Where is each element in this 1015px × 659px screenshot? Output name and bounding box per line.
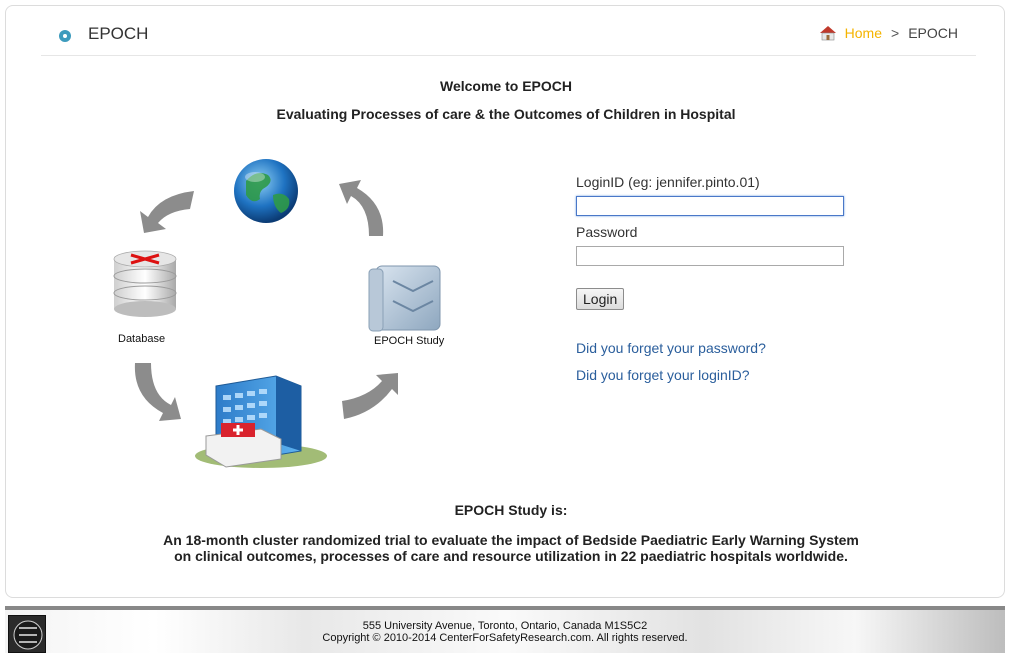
- footer-address: 555 University Avenue, Toronto, Ontario,…: [362, 620, 648, 632]
- study-description-line2: on clinical outcomes, processes of care …: [174, 548, 848, 564]
- welcome-subtitle: Evaluating Processes of care & the Outco…: [276, 106, 736, 122]
- epoch-cycle-diagram: Database EPOCH Study: [101, 151, 461, 481]
- study-label: EPOCH Study: [374, 335, 445, 347]
- study-heading: EPOCH Study is:: [454, 502, 568, 518]
- page-header: EPOCH Home > EPOCH: [41, 14, 976, 56]
- login-button[interactable]: Login: [576, 288, 625, 310]
- database-label: Database: [118, 333, 166, 345]
- footer-copyright: Copyright © 2010-2014 CenterForSafetyRes…: [322, 632, 688, 644]
- forgot-password-link[interactable]: Did you forget your password?: [576, 340, 856, 356]
- footer-text: 555 University Avenue, Toronto, Ontario,…: [5, 620, 1005, 644]
- loginid-label: LoginID (eg: jennifer.pinto.01): [576, 174, 760, 190]
- password-input[interactable]: [576, 246, 844, 266]
- hospital-icon: [195, 375, 327, 468]
- study-description-line1: An 18-month cluster randomized trial to …: [163, 532, 859, 548]
- breadcrumb-home-link[interactable]: Home: [845, 25, 882, 41]
- page-title: EPOCH: [88, 24, 149, 43]
- globe-icon: [234, 159, 298, 223]
- forgot-loginid-link[interactable]: Did you forget your loginID?: [576, 367, 856, 383]
- password-label: Password: [576, 224, 638, 240]
- home-icon[interactable]: [819, 25, 837, 41]
- page-footer: 555 University Avenue, Toronto, Ontario,…: [5, 606, 1005, 653]
- brand-bullet-icon: [59, 30, 71, 42]
- breadcrumb-separator: >: [891, 25, 900, 41]
- main-panel: EPOCH Home > EPOCH Welcome to EPOCH Eval…: [5, 5, 1005, 598]
- breadcrumb: Home > EPOCH: [819, 25, 958, 41]
- book-icon: [368, 265, 441, 332]
- study-description: An 18-month cluster randomized trial to …: [6, 532, 1015, 564]
- loginid-input[interactable]: [576, 196, 844, 216]
- login-form: LoginID (eg: jennifer.pinto.01) Password…: [576, 174, 856, 383]
- database-icon: [113, 250, 177, 317]
- breadcrumb-current: EPOCH: [908, 25, 958, 41]
- welcome-heading: Welcome to EPOCH: [440, 78, 572, 94]
